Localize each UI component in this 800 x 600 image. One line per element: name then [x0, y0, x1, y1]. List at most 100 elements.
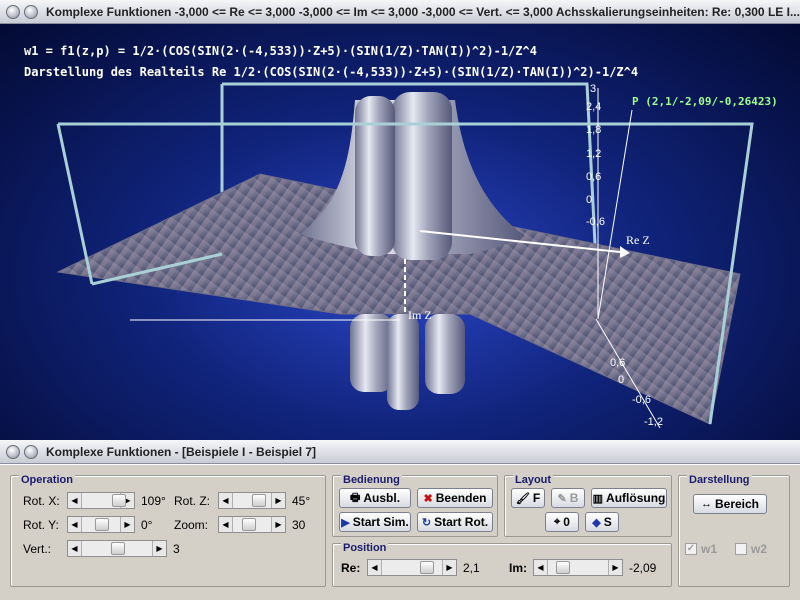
rot-y-thumb[interactable]	[95, 518, 109, 531]
im-thumb[interactable]	[556, 561, 570, 574]
window-minimize-icon[interactable]	[24, 4, 38, 19]
zoom-label: Zoom:	[174, 517, 209, 532]
vert-thumb[interactable]	[111, 542, 125, 555]
re-scrollbar[interactable]: ◀ ▶	[367, 559, 457, 576]
rot-z-row: Rot. Z: ◀ ▶ 45°	[174, 492, 310, 509]
vertical-tick: 0,6	[586, 171, 602, 183]
re-value: 2,1	[463, 560, 480, 575]
rot-y-scrollbar[interactable]: ◀ ▶	[67, 516, 135, 533]
layout-title: Layout	[513, 474, 554, 486]
control-window-title: Komplexe Funktionen - [Beispiele I - Bei…	[46, 444, 317, 459]
scroll-left-icon[interactable]: ◀	[219, 517, 233, 532]
zoom-thumb[interactable]	[242, 518, 256, 531]
rotate-icon: ↻	[421, 516, 432, 529]
farbe-button[interactable]: 🖌 F	[511, 488, 545, 508]
rot-y-row: Rot. Y: ◀ ▶ 0°	[23, 516, 152, 533]
vertical-tick: 0	[586, 194, 593, 206]
vert-row: Vert.: ◀ ▶ 3	[23, 540, 180, 557]
scroll-right-icon[interactable]: ▶	[442, 560, 456, 575]
start-rotation-button[interactable]: ↻ Start Rot.	[417, 512, 493, 532]
scroll-right-icon[interactable]: ▶	[120, 517, 134, 532]
re-thumb[interactable]	[420, 561, 434, 574]
control-panel: Operation Rot. X: ◀ ▶ 109° Rot. Y: ◀ ▶ 0…	[0, 464, 800, 600]
re-label: Re:	[341, 560, 361, 575]
vertical-tick: -0,6	[586, 216, 605, 228]
window-close-icon[interactable]	[6, 4, 20, 19]
ausblenden-button[interactable]: 🖶 Ausbl.	[339, 488, 411, 508]
im-tick: -0,6	[632, 394, 651, 406]
checkbox-checked-icon[interactable]: ✓	[685, 543, 697, 555]
formula-realteil: Darstellung des Realteils Re 1/2·(COS(SI…	[24, 65, 639, 79]
rot-x-label: Rot. X:	[23, 493, 60, 508]
zoom-row: Zoom: ◀ ▶ 30	[174, 516, 305, 533]
main-window-titlebar[interactable]: Komplexe Funktionen -3,000 <= Re <= 3,00…	[0, 0, 800, 24]
rot-y-value: 0°	[141, 517, 153, 532]
darstellung-title: Darstellung	[687, 474, 752, 486]
scroll-left-icon[interactable]: ◀	[68, 541, 82, 556]
paint-brush-icon: 🖌	[515, 492, 530, 505]
b-button[interactable]: ✎ B	[551, 488, 585, 508]
position-title: Position	[341, 542, 389, 554]
im-scrollbar[interactable]: ◀ ▶	[533, 559, 623, 576]
print-icon: 🖶	[349, 491, 361, 504]
zoom-value: 30	[292, 517, 306, 532]
scroll-left-icon[interactable]: ◀	[68, 517, 82, 532]
im-position-row: Im: ◀ ▶ -2,09	[509, 559, 656, 576]
operation-title: Operation	[19, 474, 75, 486]
surface-plot-graphic	[56, 82, 754, 429]
window-minimize-icon[interactable]	[24, 444, 38, 459]
im-tick: 0,6	[610, 357, 626, 369]
crosshair-icon: ⌖	[554, 515, 561, 528]
checkbox-empty-icon[interactable]	[735, 543, 747, 555]
position-group: Position Re: ◀ ▶ 2,1 Im: ◀ ▶ -2,09	[332, 542, 672, 587]
window-close-icon[interactable]	[6, 444, 20, 459]
scroll-left-icon[interactable]: ◀	[534, 560, 548, 575]
vertical-tick: 3	[590, 83, 597, 95]
vert-scrollbar[interactable]: ◀ ▶	[67, 540, 167, 557]
scroll-right-icon[interactable]: ▶	[608, 560, 622, 575]
scroll-right-icon[interactable]: ▶	[271, 493, 285, 508]
im-tick: 0	[618, 374, 625, 386]
scroll-right-icon[interactable]: ▶	[152, 541, 166, 556]
im-label: Im:	[509, 560, 527, 575]
scroll-left-icon[interactable]: ◀	[68, 493, 82, 508]
rot-x-scrollbar[interactable]: ◀ ▶	[67, 492, 135, 509]
control-window-titlebar[interactable]: Komplexe Funktionen - [Beispiele I - Bei…	[0, 440, 800, 464]
scroll-right-icon[interactable]: ▶	[271, 517, 285, 532]
aufloesung-button[interactable]: ▥ Auflösung	[591, 488, 667, 508]
rot-z-label: Rot. Z:	[174, 493, 211, 508]
re-position-row: Re: ◀ ▶ 2,1	[341, 559, 480, 576]
zoom-scrollbar[interactable]: ◀ ▶	[218, 516, 286, 533]
vert-value: 3	[173, 541, 180, 556]
im-axis-label: Im Z	[408, 308, 432, 322]
beenden-button[interactable]: ✖ Beenden	[417, 488, 493, 508]
rot-x-thumb[interactable]	[112, 494, 126, 507]
rot-z-scrollbar[interactable]: ◀ ▶	[218, 492, 286, 509]
vertical-tick: 1,8	[586, 124, 602, 136]
scroll-left-icon[interactable]: ◀	[219, 493, 233, 508]
rot-z-thumb[interactable]	[252, 494, 266, 507]
close-icon: ✖	[423, 492, 433, 505]
scroll-left-icon[interactable]: ◀	[368, 560, 382, 575]
vertical-tick: 1,2	[586, 148, 602, 160]
bedienung-title: Bedienung	[341, 474, 402, 486]
w2-checkbox[interactable]: w2	[735, 542, 767, 556]
grid-icon: ▥	[592, 492, 604, 505]
bedienung-group: Bedienung 🖶 Ausbl. ✖ Beenden ▶ Start Sim…	[332, 474, 498, 537]
start-simulation-button[interactable]: ▶ Start Sim.	[339, 512, 411, 532]
vertical-tick: 2,4	[586, 101, 602, 113]
darstellung-group: Darstellung ↔ Bereich ✓ w1 w2	[678, 474, 790, 587]
rot-x-row: Rot. X: ◀ ▶ 109°	[23, 492, 166, 509]
point-coordinate-label: P (2,1/-2,09/-0,26423)	[632, 95, 778, 108]
rot-y-label: Rot. Y:	[23, 517, 59, 532]
bereich-button[interactable]: ↔ Bereich	[693, 494, 767, 514]
zero-button[interactable]: ⌖ 0	[545, 512, 579, 532]
w1-checkbox[interactable]: ✓ w1	[685, 542, 717, 556]
range-icon: ↔	[700, 498, 712, 510]
plot-canvas[interactable]: w1 = f1(z,p) = 1/2·(COS(SIN(2·(-4,533))·…	[0, 24, 800, 440]
formula-w1: w1 = f1(z,p) = 1/2·(COS(SIN(2·(-4,533))·…	[24, 44, 537, 58]
re-axis-label: Re Z	[626, 233, 650, 247]
rot-x-value: 109°	[141, 493, 166, 508]
main-window-title: Komplexe Funktionen -3,000 <= Re <= 3,00…	[46, 4, 800, 19]
s-button[interactable]: ◆ S	[585, 512, 619, 532]
